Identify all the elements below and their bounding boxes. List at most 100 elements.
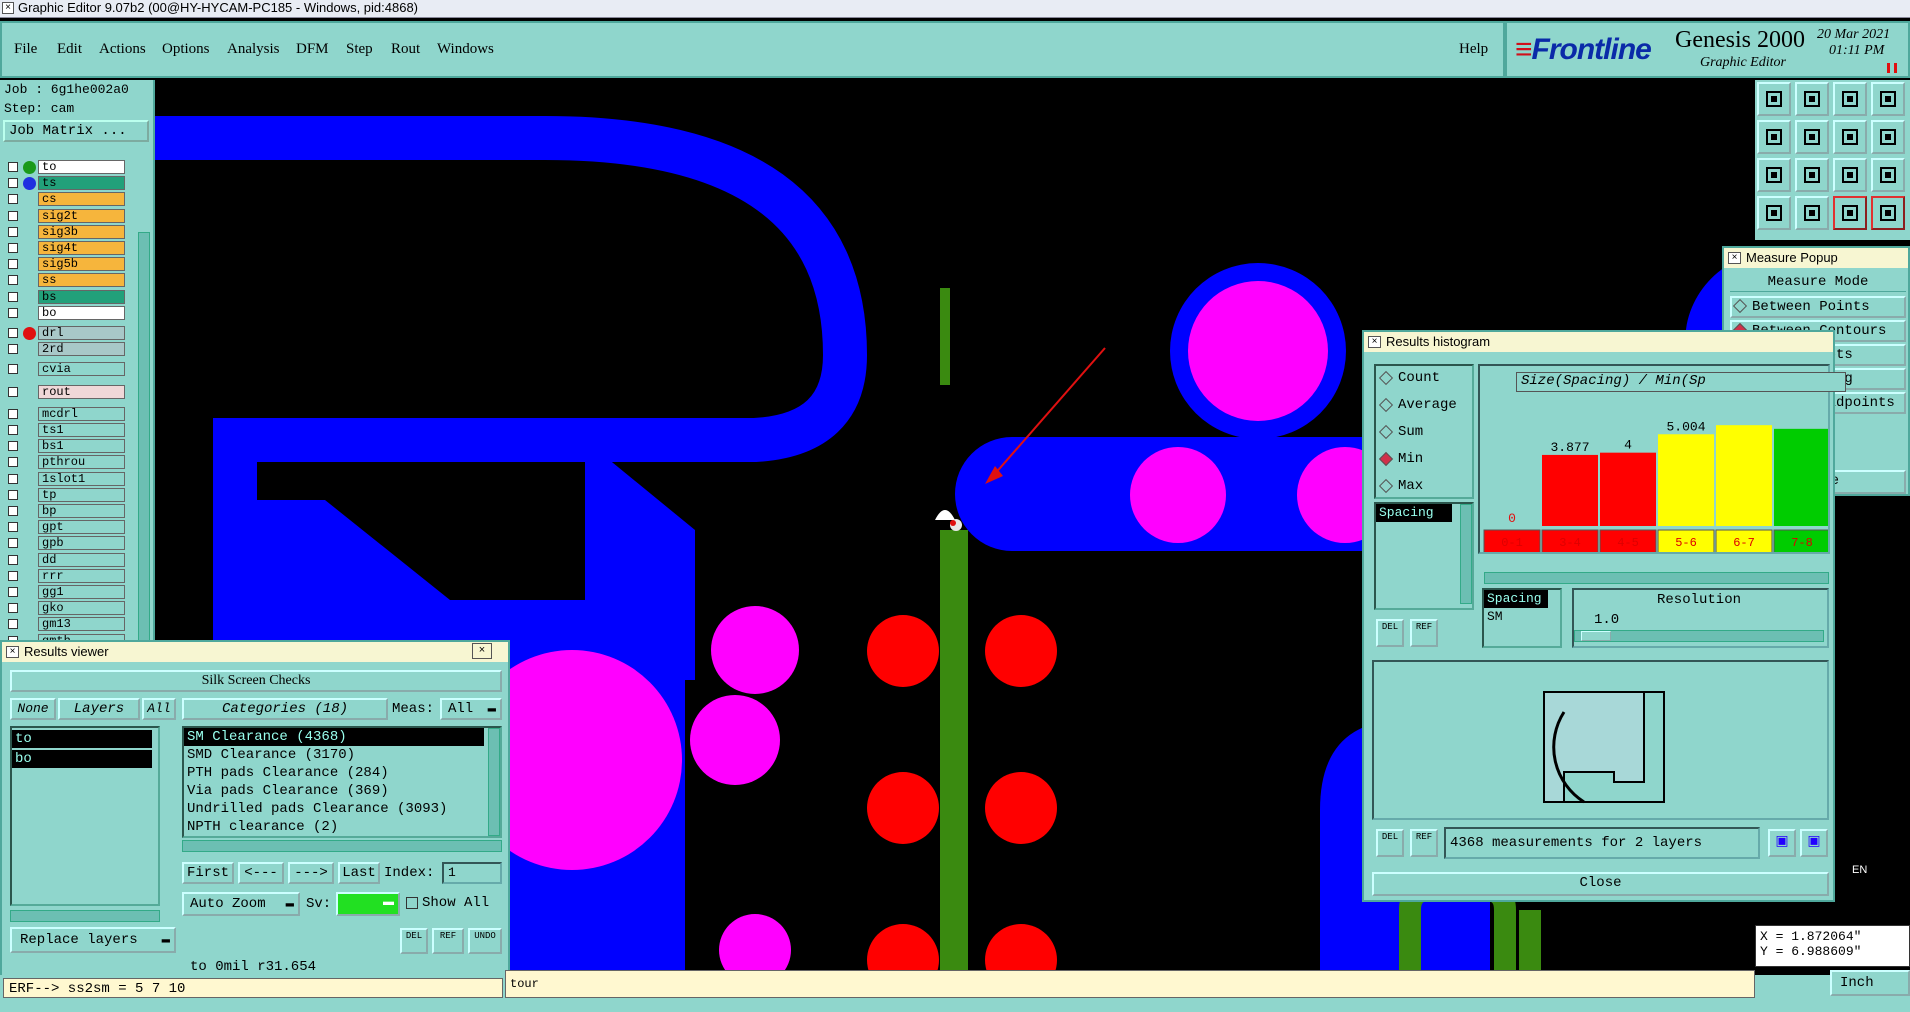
- layer-row-tp[interactable]: tp: [6, 487, 125, 502]
- layer-checkbox[interactable]: [8, 328, 18, 338]
- histogram-mode-count[interactable]: Count: [1378, 370, 1440, 390]
- category-item[interactable]: Undrilled pads Clearance (3093): [184, 800, 484, 818]
- measure-close-icon[interactable]: ×: [1728, 252, 1741, 264]
- layer-row-bs1[interactable]: bs1: [6, 439, 125, 454]
- menu-edit[interactable]: Edit: [57, 41, 82, 58]
- histogram-small-scroll[interactable]: [1460, 504, 1472, 604]
- layer-name[interactable]: bp: [38, 504, 125, 518]
- layer-name[interactable]: ss: [38, 273, 125, 288]
- first-button[interactable]: First: [182, 862, 234, 884]
- layer-name[interactable]: gg1: [38, 585, 125, 599]
- results-viewer-close-icon[interactable]: ×: [6, 646, 19, 658]
- layer-checkbox[interactable]: [8, 194, 18, 205]
- house-icon[interactable]: [1833, 82, 1867, 116]
- layer-row-ts1[interactable]: ts1: [6, 423, 125, 437]
- layer-checkbox[interactable]: [8, 473, 18, 484]
- net-icon[interactable]: [1833, 196, 1867, 230]
- replace-layers-dropdown[interactable]: Replace layers ▬: [10, 927, 176, 953]
- zoom-fit-icon[interactable]: [1833, 120, 1867, 154]
- ratio-icon[interactable]: [1833, 158, 1867, 192]
- layer-checkbox[interactable]: [8, 554, 18, 565]
- layer-row-rout[interactable]: rout: [6, 384, 125, 399]
- histogram-list-spacing[interactable]: Spacing: [1484, 590, 1548, 608]
- results-viewer-close-box[interactable]: ×: [472, 643, 492, 659]
- layer-name[interactable]: ts: [38, 176, 125, 191]
- menu-help[interactable]: Help: [1459, 41, 1488, 58]
- sv-color-dropdown[interactable]: ▬: [336, 892, 400, 916]
- layer-name[interactable]: rrr: [38, 568, 125, 583]
- menu-actions[interactable]: Actions: [99, 41, 146, 58]
- index-input[interactable]: 1: [442, 862, 502, 884]
- layer-checkbox[interactable]: [8, 538, 18, 549]
- histogram-ref-button[interactable]: REF: [1410, 619, 1438, 647]
- menu-analysis[interactable]: Analysis: [227, 41, 280, 58]
- results-layer-scroll[interactable]: [10, 910, 160, 922]
- units-dropdown[interactable]: Inch: [1830, 970, 1910, 996]
- menu-file[interactable]: File: [14, 41, 37, 58]
- help-icon[interactable]: [1871, 158, 1905, 192]
- layer-row-pthrou[interactable]: pthrou: [6, 455, 125, 470]
- layers-all-button[interactable]: All: [142, 698, 176, 720]
- layer-checkbox[interactable]: [8, 489, 18, 500]
- layer-checkbox[interactable]: [8, 178, 18, 189]
- layer-name[interactable]: gm13: [38, 617, 125, 632]
- layer-row-drl[interactable]: drl: [6, 326, 125, 340]
- layer-name[interactable]: gpt: [38, 520, 125, 535]
- layer-row-cs[interactable]: cs: [6, 192, 125, 207]
- layer-name[interactable]: bs1: [38, 439, 125, 454]
- layer-name[interactable]: pthrou: [38, 455, 125, 470]
- layer-row-gg1[interactable]: gg1: [6, 585, 125, 599]
- layer-row-mcdrl[interactable]: mcdrl: [6, 406, 125, 421]
- layer-checkbox[interactable]: [8, 570, 18, 581]
- snap-icon[interactable]: [1757, 196, 1791, 230]
- menu-step[interactable]: Step: [346, 41, 373, 58]
- layer-checkbox[interactable]: [8, 603, 18, 614]
- prev-button[interactable]: <---: [238, 862, 284, 884]
- layer-name[interactable]: sig5b: [38, 257, 125, 272]
- layer-checkbox[interactable]: [8, 386, 18, 397]
- layer-row-dd[interactable]: dd: [6, 552, 125, 567]
- layer-checkbox[interactable]: [8, 307, 18, 318]
- layer-name[interactable]: tp: [38, 487, 125, 502]
- menu-rout[interactable]: Rout: [391, 41, 420, 58]
- layer-name[interactable]: 1slot1: [38, 471, 125, 486]
- layer-name[interactable]: cvia: [38, 362, 125, 377]
- layer-name[interactable]: drl: [38, 326, 125, 340]
- layer-color-dot[interactable]: [23, 327, 36, 340]
- histogram-mode-max[interactable]: Max: [1378, 478, 1423, 498]
- layer-name[interactable]: bs: [38, 289, 125, 304]
- category-item[interactable]: SM Clearance (4368): [184, 728, 484, 746]
- layer-checkbox[interactable]: [8, 408, 18, 419]
- layer-row-to[interactable]: to: [6, 160, 125, 174]
- histogram-hscroll[interactable]: [1484, 572, 1829, 584]
- layer-checkbox[interactable]: [8, 587, 18, 597]
- grid-icon[interactable]: [1795, 196, 1829, 230]
- layer-name[interactable]: 2rd: [38, 342, 125, 357]
- histogram-del-button[interactable]: DEL: [1376, 619, 1404, 647]
- pan-right-icon[interactable]: [1795, 120, 1829, 154]
- window-icon[interactable]: [1795, 82, 1829, 116]
- histogram-close-button[interactable]: Close: [1372, 872, 1829, 896]
- measure-option-between-points[interactable]: Between Points: [1730, 296, 1906, 318]
- layer-checkbox[interactable]: [8, 457, 18, 468]
- layer-row-gpt[interactable]: gpt: [6, 520, 125, 535]
- category-item[interactable]: SMD Clearance (3170): [184, 746, 484, 764]
- rv-del-button[interactable]: DEL: [400, 928, 428, 954]
- histogram-mode-min[interactable]: Min: [1378, 451, 1423, 471]
- layer-name[interactable]: dd: [38, 552, 125, 567]
- menu-windows[interactable]: Windows: [437, 41, 494, 58]
- category-item[interactable]: NPTH clearance (2): [184, 818, 484, 836]
- layer-name[interactable]: to: [38, 160, 125, 174]
- resolution-slider[interactable]: [1574, 630, 1824, 642]
- layer-name[interactable]: sig2t: [38, 208, 125, 223]
- layer-row-gpb[interactable]: gpb: [6, 536, 125, 551]
- histogram-bar[interactable]: [1774, 428, 1828, 526]
- histogram-zoom-button-2[interactable]: ▣: [1800, 829, 1828, 857]
- layer-checkbox[interactable]: [8, 291, 18, 302]
- rv-undo-button[interactable]: UNDO: [468, 928, 502, 954]
- pan-left-icon[interactable]: [1757, 120, 1791, 154]
- layer-row-bp[interactable]: bp: [6, 504, 125, 518]
- results-layer-item[interactable]: to: [12, 730, 152, 748]
- layer-row-rrr[interactable]: rrr: [6, 568, 125, 583]
- histogram-spacing-item[interactable]: Spacing: [1376, 504, 1452, 522]
